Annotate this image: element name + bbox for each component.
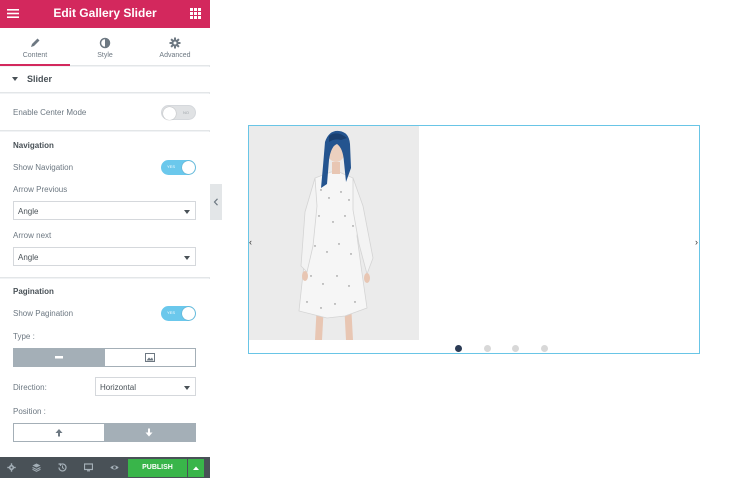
arrow-previous-value: Angle [18, 207, 39, 216]
section-slider-label: Slider [27, 74, 53, 84]
arrow-next-select[interactable]: Angle [13, 247, 196, 266]
pencil-icon [31, 38, 40, 47]
arrow-next-label: Arrow next [13, 231, 52, 240]
arrow-down-icon [145, 428, 153, 437]
chevron-down-icon [184, 210, 190, 214]
panel-collapse-handle[interactable] [210, 184, 222, 220]
toggle-knob [182, 307, 195, 320]
show-pagination-label: Show Pagination [13, 309, 74, 318]
pagination-dot-2[interactable] [484, 345, 491, 352]
tab-content-label: Content [22, 52, 48, 59]
pagination-position-label: Position : [13, 407, 46, 416]
center-mode-label: Enable Center Mode [13, 108, 87, 117]
pagination-dot-1[interactable] [455, 345, 462, 352]
slider-prev-arrow[interactable]: ‹ [249, 237, 252, 247]
slider-next-arrow[interactable]: › [695, 237, 698, 247]
publish-button[interactable]: PUBLISH [128, 459, 187, 477]
widgets-grid-icon[interactable] [190, 8, 201, 19]
gallery-slider-preview: ‹ › [248, 125, 700, 354]
pagination-direction-value: Horizontal [100, 383, 137, 392]
pagination-position-top-option[interactable] [14, 424, 105, 441]
editor-panel: Edit Gallery Slider Content Style Advanc… [0, 0, 210, 478]
chevron-down-icon [184, 256, 190, 260]
tab-advanced[interactable]: Advanced [140, 28, 210, 66]
pagination-position-switch [13, 423, 196, 442]
pagination-dot-3[interactable] [512, 345, 519, 352]
arrow-up-icon [55, 429, 63, 437]
responsive-desktop-icon[interactable] [84, 463, 93, 472]
pagination-direction-select[interactable]: Horizontal [95, 377, 196, 396]
pagination-controls: Pagination Show Pagination YES Type : Di… [0, 279, 210, 457]
arrow-previous-label: Arrow Previous [13, 185, 68, 194]
toggle-knob [182, 161, 195, 174]
arrow-previous-select[interactable]: Angle [13, 201, 196, 220]
show-navigation-toggle-text: YES [167, 164, 176, 169]
chevron-left-icon [213, 198, 218, 206]
pagination-heading: Pagination [13, 287, 54, 296]
pagination-type-dots-option[interactable] [14, 349, 105, 366]
center-mode-control: Enable Center Mode NO [0, 94, 210, 131]
toggle-knob [163, 107, 176, 120]
tab-content[interactable]: Content [0, 28, 70, 66]
pagination-dot-4[interactable] [541, 345, 548, 352]
tab-style[interactable]: Style [70, 28, 140, 66]
tab-advanced-label: Advanced [159, 52, 191, 59]
tab-style-label: Style [97, 52, 113, 59]
panel-tabs: Content Style Advanced [0, 28, 210, 66]
image-icon [145, 353, 155, 362]
navigation-controls: Navigation Show Navigation YES Arrow Pre… [0, 132, 210, 278]
slide-image [249, 126, 419, 340]
publish-options-button[interactable] [188, 459, 204, 477]
center-mode-toggle-text: NO [183, 110, 189, 115]
chevron-down-icon [184, 386, 190, 390]
center-mode-toggle[interactable]: NO [161, 105, 196, 120]
panel-title: Edit Gallery Slider [53, 6, 157, 20]
model-photo [249, 126, 419, 340]
navigation-heading: Navigation [13, 141, 54, 150]
pagination-position-bottom-option[interactable] [104, 424, 195, 441]
minus-icon [55, 356, 63, 359]
pagination-type-switch [13, 348, 196, 367]
pagination-type-label: Type : [13, 332, 35, 341]
show-pagination-toggle-text: YES [167, 310, 176, 315]
layers-icon[interactable] [32, 463, 41, 472]
caret-up-icon [193, 466, 199, 470]
pagination-direction-label: Direction: [13, 383, 47, 392]
show-pagination-toggle[interactable]: YES [161, 306, 196, 321]
panel-header: Edit Gallery Slider [0, 0, 210, 28]
settings-gear-icon[interactable] [7, 463, 16, 472]
gear-icon [169, 37, 181, 49]
section-slider-header[interactable]: Slider [0, 67, 210, 93]
pagination-type-thumbnail-option[interactable] [104, 349, 195, 366]
eye-preview-icon[interactable] [110, 463, 119, 472]
show-navigation-label: Show Navigation [13, 163, 74, 172]
show-navigation-toggle[interactable]: YES [161, 160, 196, 175]
caret-down-icon [12, 77, 18, 81]
arrow-next-value: Angle [18, 253, 39, 262]
half-circle-icon [99, 37, 111, 49]
history-icon[interactable] [58, 463, 67, 472]
